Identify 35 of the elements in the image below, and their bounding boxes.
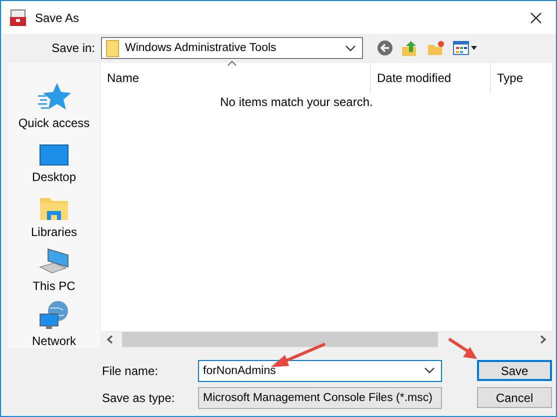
file-name-label: File name:	[102, 364, 160, 378]
save-in-label: Save in:	[50, 41, 96, 55]
sidebar-item[interactable]: Desktop	[32, 130, 76, 184]
scrollbar-thumb[interactable]	[122, 332, 438, 347]
column-header[interactable]: Type	[491, 63, 552, 93]
computer-icon	[38, 247, 70, 276]
up-folder-icon[interactable]	[401, 39, 419, 57]
network-icon	[38, 300, 70, 330]
folder-icon	[106, 40, 119, 56]
chevron-down-icon[interactable]	[345, 44, 356, 52]
sidebar-item[interactable]: Network	[32, 293, 76, 348]
window-title: Save As	[35, 10, 80, 24]
column-header[interactable]: Name	[101, 63, 371, 93]
scroll-left-icon[interactable]	[106, 335, 113, 344]
file-name-field[interactable]: forNonAdmins	[198, 360, 442, 382]
back-icon[interactable]	[377, 40, 393, 56]
save-as-type-label: Save as type:	[102, 390, 176, 404]
sidebar-item[interactable]: Quick access	[18, 75, 90, 130]
dialog-button[interactable]: Cancel	[477, 387, 552, 408]
toolbox-icon	[9, 8, 27, 26]
column-header[interactable]: Date modified	[371, 63, 491, 93]
empty-message: No items match your search.	[219, 95, 374, 109]
star-icon	[36, 82, 71, 112]
monitor-icon	[39, 144, 69, 166]
save-as-type-dropdown[interactable]: Microsoft Management Console Files (*.msc)	[198, 386, 442, 408]
sort-caret-icon	[226, 60, 236, 66]
sidebar-item[interactable]: Libraries	[30, 184, 78, 239]
chevron-down-icon[interactable]	[424, 367, 435, 374]
sidebar-item[interactable]: This PC	[32, 238, 76, 294]
annotation-arrow	[447, 337, 479, 361]
dialog-button[interactable]: Save	[477, 360, 552, 381]
view-menu-icon[interactable]	[453, 41, 477, 55]
scroll-right-icon[interactable]	[540, 335, 547, 344]
new-folder-icon[interactable]	[427, 40, 445, 56]
save-in-dropdown[interactable]: Windows Administrative Tools	[101, 37, 363, 59]
